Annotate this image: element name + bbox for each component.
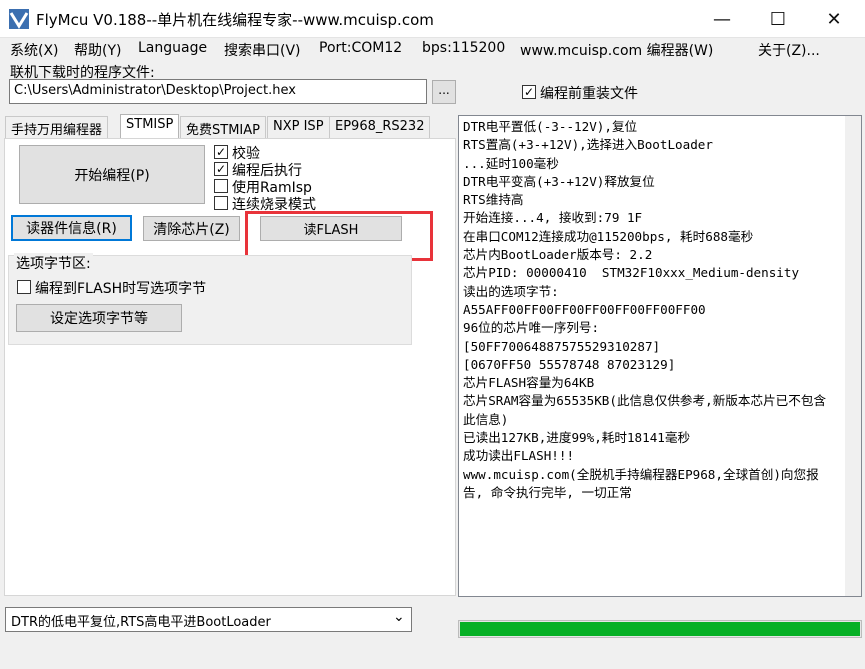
log-line: DTR电平置低(-3--12V),复位 xyxy=(463,119,638,134)
tab-free-stmiap[interactable]: 免费STMIAP xyxy=(180,116,266,138)
tab-ep968-rs232[interactable]: EP968_RS232 xyxy=(329,116,431,138)
log-line: www.mcuisp.com(全脱机手持编程器EP968,全球首创)向您报告, … xyxy=(463,466,819,500)
reload-file-checkbox[interactable]: ✓ xyxy=(522,85,536,99)
verify-checkbox[interactable]: ✓ xyxy=(214,145,228,159)
log-text: DTR电平置低(-3--12V),复位 RTS置高(+3-+12V),选择进入Bo… xyxy=(463,118,835,502)
minimize-button[interactable]: — xyxy=(697,0,747,38)
check-icon: ✓ xyxy=(215,162,227,176)
chevron-down-icon[interactable]: ⌄ xyxy=(393,609,405,625)
progress-bar xyxy=(458,620,862,638)
log-line: RTS置高(+3-+12V),选择进入BootLoader xyxy=(463,137,713,153)
app-icon xyxy=(8,8,30,30)
log-line: 读出的选项字节: xyxy=(463,283,559,299)
use-ramisp-checkbox[interactable] xyxy=(214,179,228,193)
menu-language[interactable]: Language xyxy=(138,40,207,56)
check-icon: ✓ xyxy=(523,85,535,99)
reset-mode-value: DTR的低电平复位,RTS高电平进BootLoader xyxy=(11,615,271,630)
log-line: 芯片内BootLoader版本号: 2.2 xyxy=(463,247,653,263)
stmisp-panel xyxy=(4,138,456,596)
read-device-info-button[interactable]: 读器件信息(R) xyxy=(11,215,132,241)
tab-nxp-isp[interactable]: NXP ISP xyxy=(267,116,330,138)
start-programming-button[interactable]: 开始编程(P) xyxy=(19,145,205,204)
log-line: ...延时100毫秒 xyxy=(463,155,559,171)
reset-mode-select[interactable]: DTR的低电平复位,RTS高电平进BootLoader xyxy=(5,607,412,632)
check-icon: ✓ xyxy=(215,145,227,159)
erase-chip-button[interactable]: 清除芯片(Z) xyxy=(143,216,240,241)
close-button[interactable]: ✕ xyxy=(809,0,859,38)
write-option-bytes-checkbox[interactable] xyxy=(17,280,31,294)
program-file-input[interactable]: C:\Users\Administrator\Desktop\Project.h… xyxy=(9,79,427,104)
menu-help[interactable]: 帮助(Y) xyxy=(74,40,121,60)
log-line: [0670FF50 55578748 87023129] xyxy=(463,356,676,372)
tab-stmisp[interactable]: STMISP xyxy=(120,114,180,139)
menu-system[interactable]: 系统(X) xyxy=(10,40,59,60)
log-line: 芯片SRAM容量为65535KB(此信息仅供参考,新版本芯片已不包含此信息) xyxy=(463,393,827,427)
log-line: 芯片PID: 00000410 STM32F10xxx_Medium-densi… xyxy=(463,265,800,281)
menu-port[interactable]: Port:COM12 xyxy=(319,40,402,56)
menu-search-port[interactable]: 搜索串口(V) xyxy=(224,40,301,60)
log-line: [50FF70064887575529310287] xyxy=(463,338,661,354)
browse-button[interactable]: ... xyxy=(432,80,456,104)
log-line: DTR电平变高(+3-+12V)释放复位 xyxy=(463,173,655,189)
window-title: FlyMcu V0.188--单片机在线编程专家--www.mcuisp.com xyxy=(36,11,434,29)
maximize-button[interactable]: ☐ xyxy=(753,0,803,38)
highlight-box xyxy=(245,211,433,261)
write-option-bytes-label: 编程到FLASH时写选项字节 xyxy=(35,281,207,297)
set-option-bytes-button[interactable]: 设定选项字节等 xyxy=(16,304,182,332)
tab-handheld-programmer[interactable]: 手持万用编程器 xyxy=(5,116,109,138)
menu-about[interactable]: 关于(Z)... xyxy=(758,40,820,60)
log-scrollbar[interactable] xyxy=(845,116,861,596)
log-line: 96位的芯片唯一序列号: xyxy=(463,320,600,336)
log-line: 开始连接...4, 接收到:79 1F xyxy=(463,210,643,226)
log-line: 成功读出FLASH!!! xyxy=(463,448,575,464)
continuous-burn-checkbox[interactable] xyxy=(214,196,228,210)
log-line: 已读出127KB,进度99%,耗时18141毫秒 xyxy=(463,430,691,446)
log-line: A55AFF00FF00FF00FF00FF00FF00FF00 xyxy=(463,301,706,317)
option-bytes-title: 选项字节区: xyxy=(14,253,93,273)
log-line: 在串口COM12连接成功@115200bps, 耗时688毫秒 xyxy=(463,228,754,244)
log-line: 芯片FLASH容量为64KB xyxy=(463,375,595,391)
progress-fill xyxy=(460,622,860,636)
run-after-program-checkbox[interactable]: ✓ xyxy=(214,162,228,176)
log-line: RTS维持高 xyxy=(463,192,524,208)
reload-file-label: 编程前重装文件 xyxy=(540,86,638,102)
menu-bps[interactable]: bps:115200 xyxy=(422,40,505,56)
menu-programmer[interactable]: www.mcuisp.com 编程器(W) xyxy=(520,40,713,60)
